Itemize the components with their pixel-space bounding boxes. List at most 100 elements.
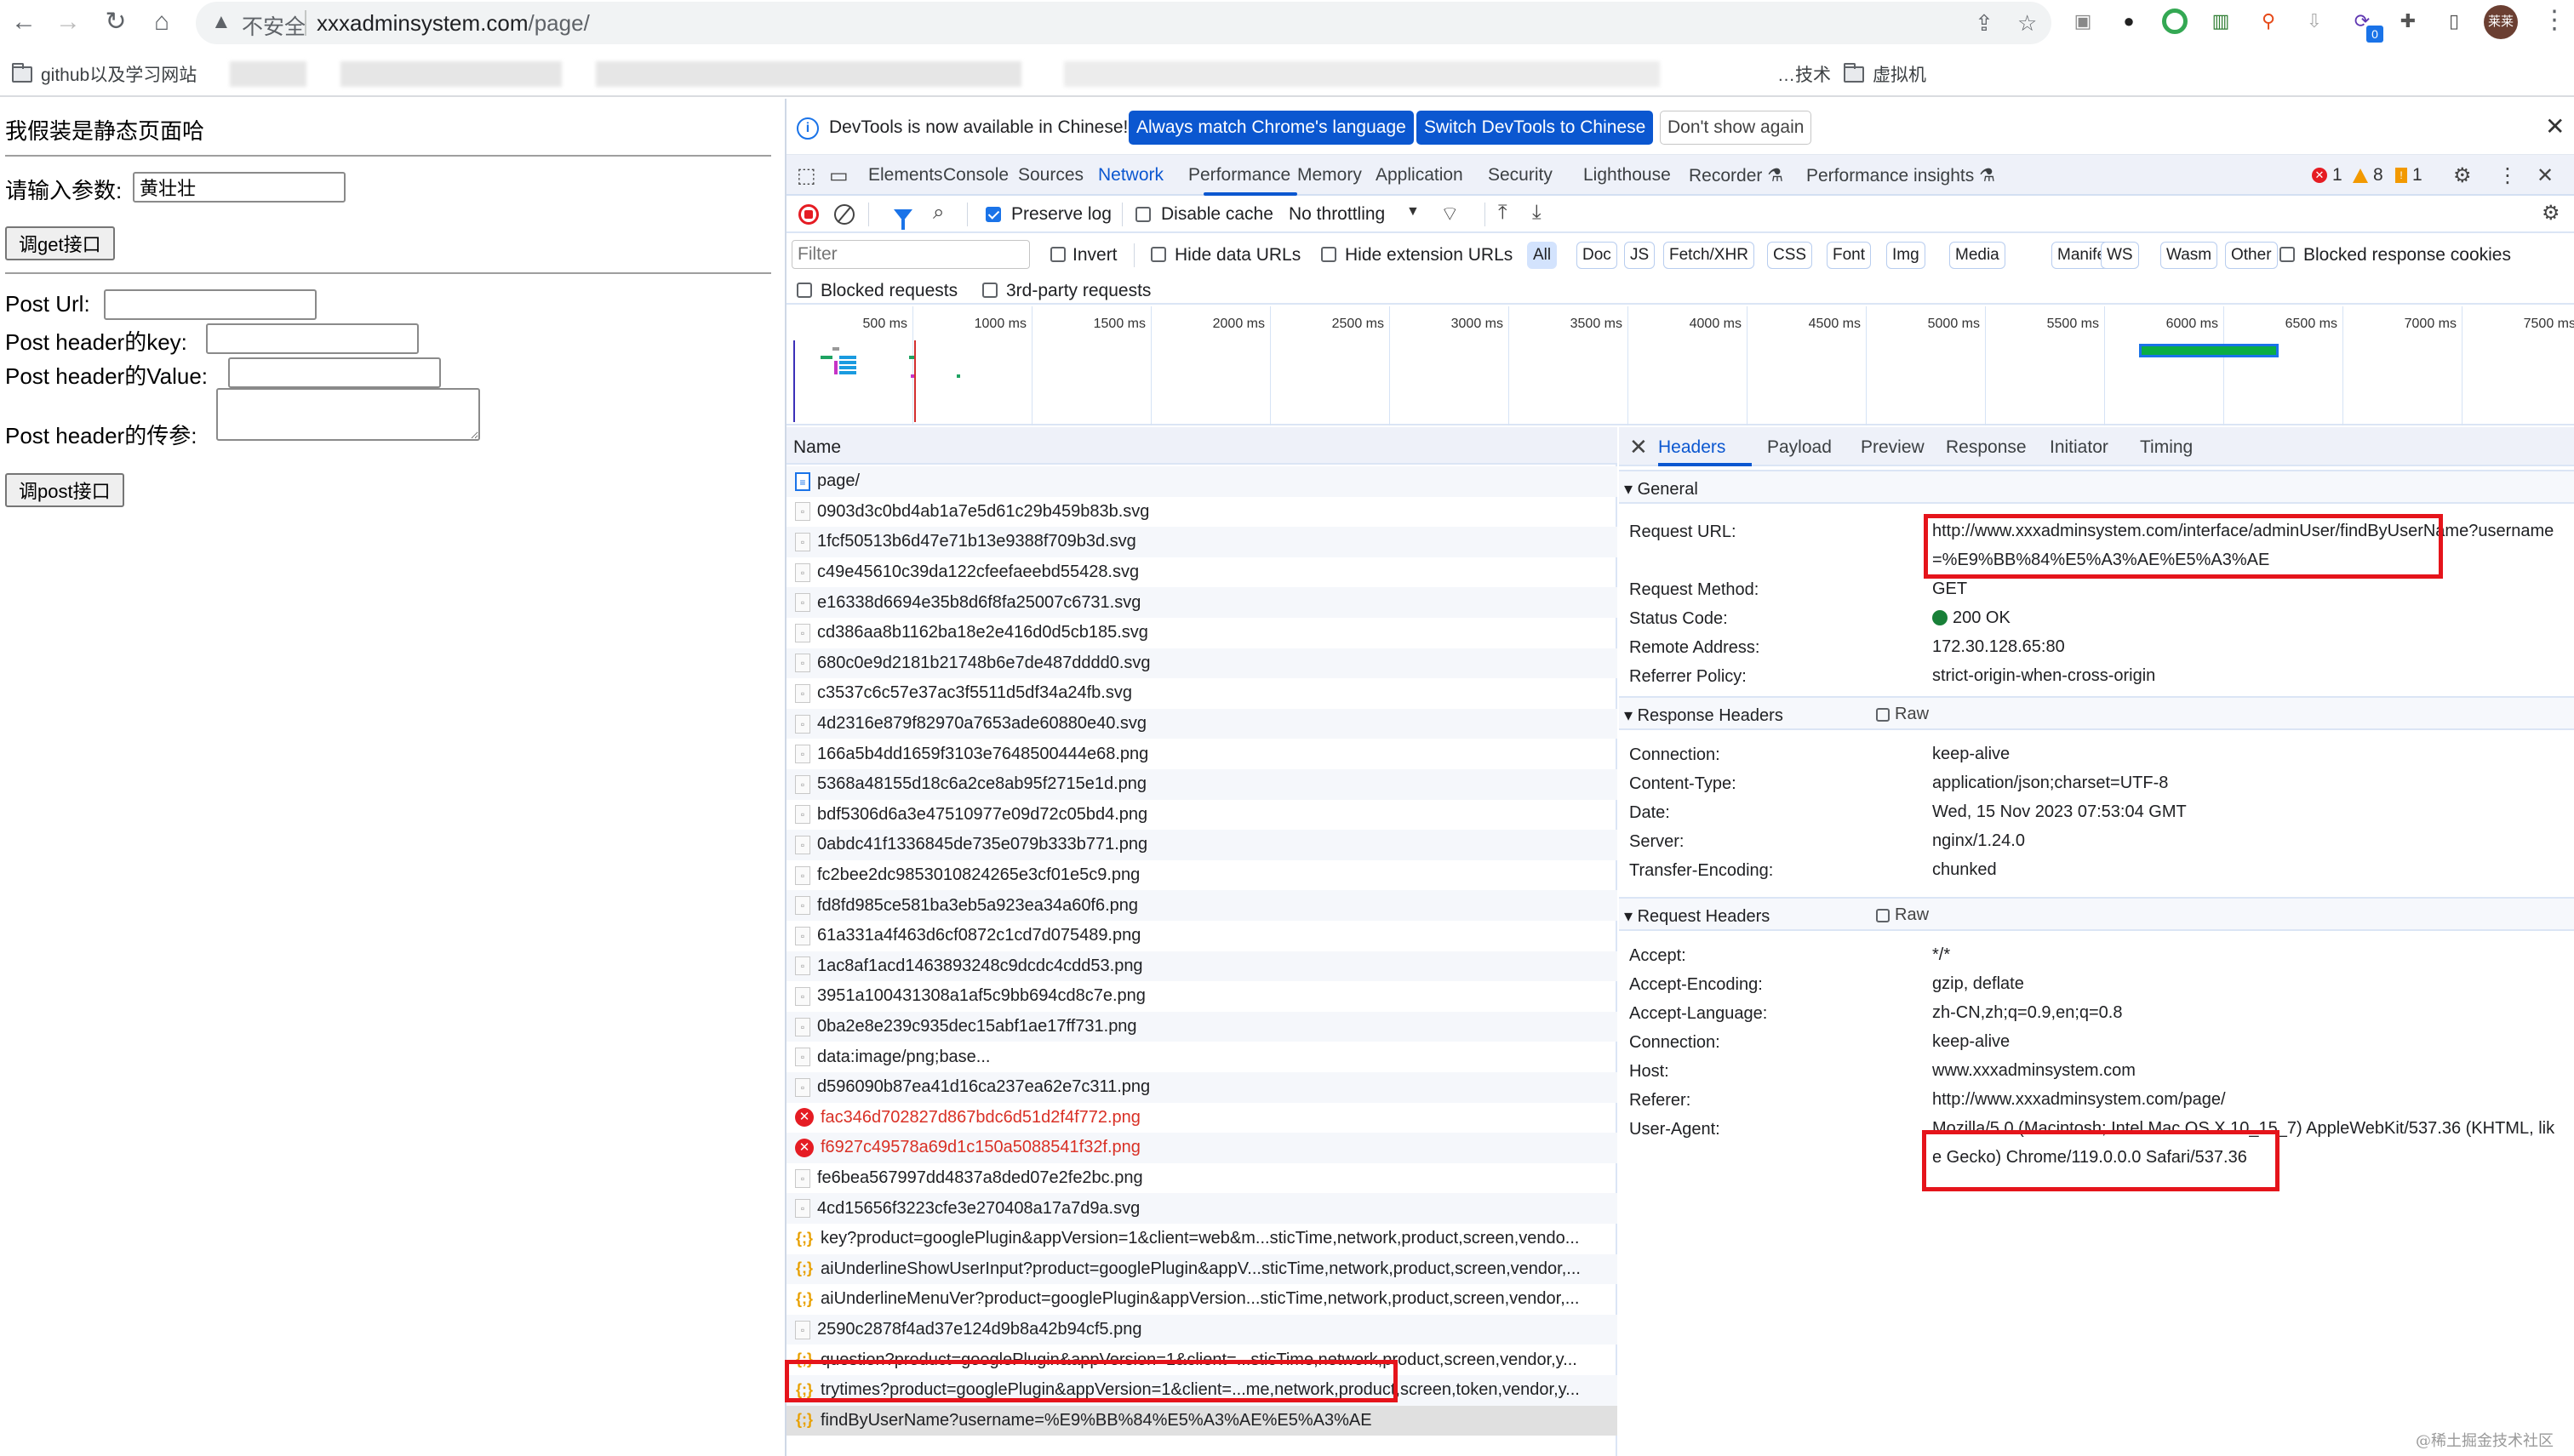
home-icon[interactable]: ⌂	[146, 7, 177, 37]
close-devtools-icon[interactable]: ✕	[2537, 163, 2554, 188]
call-post-button[interactable]: 调post接口	[5, 473, 124, 507]
post-params-textarea[interactable]	[216, 388, 480, 441]
header-value[interactable]: Mozilla/5.0 (Macintosh; Intel Mac OS X 1…	[1932, 1114, 2562, 1172]
tab-memory[interactable]: Memory	[1297, 165, 1362, 186]
security-label[interactable]: 不安全	[242, 10, 306, 41]
request-row[interactable]: ▫ fe6bea567997dd4837a8ded07e2fe2bc.png	[786, 1163, 1617, 1194]
filter-type-js[interactable]: JS	[1624, 242, 1656, 269]
detail-tab-timing[interactable]: Timing	[2140, 437, 2193, 458]
request-row[interactable]: ▫ 1fcf50513b6d47e71b13e9388f709b3d.svg	[786, 527, 1617, 557]
header-value[interactable]: Wed, 15 Nov 2023 07:53:04 GMT	[1932, 797, 2562, 826]
request-row[interactable]: ▫ 3951a100431308a1af5c9bb694cd8c7e.png	[786, 981, 1617, 1012]
detail-tab-payload[interactable]: Payload	[1767, 437, 1832, 458]
request-row[interactable]: ▫ c49e45610c39da122cfeefaeebd55428.svg	[786, 557, 1617, 588]
status-code-value[interactable]: 200 OK	[1932, 603, 2562, 632]
bookmark-folder[interactable]: 虚拟机	[1844, 61, 1926, 87]
blocked-response-cookies-checkbox[interactable]	[2279, 247, 2295, 262]
filter-type-img[interactable]: Img	[1886, 242, 1925, 269]
tab-lighthouse[interactable]: Lighthouse	[1583, 165, 1671, 186]
request-row[interactable]: {;} question?product=googlePlugin&appVers…	[786, 1345, 1617, 1375]
reload-icon[interactable]: ↻	[100, 7, 131, 37]
filter-type-font[interactable]: Font	[1827, 242, 1872, 269]
call-get-button[interactable]: 调get接口	[5, 226, 115, 260]
extensions-puzzle-icon[interactable]: ✚	[2394, 7, 2422, 36]
header-value[interactable]: gzip, deflate	[1932, 969, 2562, 998]
post-url-input[interactable]	[104, 289, 317, 320]
request-row[interactable]: ▫ data:image/png;base...	[786, 1042, 1617, 1072]
preserve-log-checkbox[interactable]	[986, 207, 1001, 222]
header-value[interactable]: GET	[1932, 574, 2562, 603]
url-text[interactable]: xxxadminsystem.com/page/	[317, 10, 590, 37]
header-value[interactable]: http://www.xxxadminsystem.com/interface/…	[1932, 517, 2562, 574]
filter-type-fetch-xhr[interactable]: Fetch/XHR	[1663, 242, 1754, 269]
extension-cubes-icon[interactable]: ▣	[2068, 7, 2097, 36]
bookmark-star-icon[interactable]: ☆	[2017, 10, 2037, 37]
profile-avatar[interactable]: 莱莱	[2484, 5, 2518, 39]
tab-application[interactable]: Application	[1376, 165, 1463, 186]
device-toolbar-icon[interactable]: ▭	[829, 163, 849, 188]
request-row[interactable]: ▫ fd8fd985ce581ba3eb5a923ea34a60f6.png	[786, 890, 1617, 921]
share-icon[interactable]: ⇪	[1975, 10, 1993, 37]
forward-arrow-icon[interactable]: →	[53, 7, 83, 37]
download-folder-extension-icon[interactable]: ⇩	[2300, 7, 2329, 36]
header-value[interactable]: http://www.xxxadminsystem.com/page/	[1932, 1085, 2562, 1114]
filter-type-all[interactable]: All	[1527, 242, 1558, 269]
third-party-requests-checkbox[interactable]	[982, 283, 998, 298]
back-arrow-icon[interactable]: ←	[9, 7, 39, 37]
side-panel-icon[interactable]: ▯	[2440, 7, 2468, 36]
record-stop-icon[interactable]	[798, 204, 819, 225]
close-details-icon[interactable]: ✕	[1629, 434, 1648, 460]
header-value[interactable]: application/json;charset=UTF-8	[1932, 768, 2562, 797]
hide-data-urls-checkbox[interactable]	[1151, 247, 1166, 262]
switch-to-chinese-button[interactable]: Switch DevTools to Chinese	[1416, 111, 1654, 145]
tab-performance[interactable]: Performance	[1188, 165, 1290, 186]
issue-count[interactable]: ! 1	[2395, 165, 2422, 186]
invert-checkbox[interactable]	[1050, 247, 1066, 262]
filter-type-other[interactable]: Other	[2225, 242, 2278, 269]
blocked-requests-checkbox[interactable]	[797, 283, 812, 298]
request-row[interactable]: ▫ 0903d3c0bd4ab1a7e5d61c29b459b83b.svg	[786, 497, 1617, 528]
request-row[interactable]: ✕ fac346d702827d867bdc6d51d2f4f772.png	[786, 1103, 1617, 1133]
post-header-value-input[interactable]	[228, 357, 441, 388]
network-settings-gear-icon[interactable]: ⚙	[2542, 201, 2560, 226]
response-headers-section-header[interactable]: ▾ Response Headers Raw	[1619, 696, 2574, 730]
tab-performance-insights[interactable]: Performance insights ⚗	[1806, 165, 1995, 186]
clear-icon[interactable]	[834, 204, 855, 225]
request-row[interactable]: ▫ c3537c6c57e37ac3f5511d5df34a24fb.svg	[786, 678, 1617, 709]
request-row[interactable]: {;} key?product=googlePlugin&appVersion=1…	[786, 1224, 1617, 1254]
filter-funnel-icon[interactable]	[894, 209, 912, 230]
request-row[interactable]: ▫ 5368a48155d18c6a2ce8ab95f2715e1d.png	[786, 769, 1617, 800]
bookmark-folder[interactable]: …技术	[1777, 61, 1831, 87]
network-overview-timeline[interactable]: 500 ms 1000 ms 1500 ms 2000 ms 2500 ms 3000 m…	[786, 306, 2574, 425]
general-section-header[interactable]: ▾ General	[1619, 470, 2574, 504]
request-row[interactable]: ▫ 2590c2878f4ad37e124d9b8a42b94cf5.png	[786, 1314, 1617, 1345]
request-row[interactable]: ▫ 4d2316e879f82970a7653ade60880e40.svg	[786, 708, 1617, 739]
bookmark-folder[interactable]: github以及学习网站	[12, 61, 197, 87]
header-value[interactable]: keep-alive	[1932, 739, 2562, 768]
filter-type-wasm[interactable]: Wasm	[2160, 242, 2218, 269]
detail-tab-headers[interactable]: Headers	[1658, 437, 1725, 458]
chrome-colors-extension-icon[interactable]	[2162, 9, 2188, 34]
request-row[interactable]: ▫ 0abdc41f1336845de735e079b333b771.png	[786, 830, 1617, 860]
request-row[interactable]: ▫ 4cd15656f3223cfe3e270408a17a7d9a.svg	[786, 1193, 1617, 1224]
request-row[interactable]: ▫ fc2bee2dc9853010824265e3cf01e5c9.png	[786, 860, 1617, 891]
header-value[interactable]: nginx/1.24.0	[1932, 826, 2562, 855]
tab-sources[interactable]: Sources	[1018, 165, 1084, 186]
disable-cache-checkbox[interactable]	[1135, 207, 1151, 222]
close-infobar-icon[interactable]: ✕	[2545, 112, 2565, 140]
filter-input[interactable]	[792, 240, 1030, 269]
request-row[interactable]: ▫ 680c0e9d2181b21748b6e7de487dddd0.svg	[786, 648, 1617, 679]
search-icon[interactable]: ⌕	[933, 201, 944, 225]
detail-tab-preview[interactable]: Preview	[1861, 437, 1925, 458]
tab-network[interactable]: Network	[1098, 165, 1164, 186]
request-row[interactable]: ▫ 0ba2e8e239c935dec15abf1ae17ff731.png	[786, 1011, 1617, 1042]
menu-kebab-icon[interactable]: ⋮	[2542, 5, 2567, 35]
chevron-down-icon[interactable]: ▼	[1406, 204, 1420, 220]
header-value[interactable]: www.xxxadminsystem.com	[1932, 1056, 2562, 1085]
network-conditions-icon[interactable]: ⌔	[1440, 201, 1460, 226]
import-har-icon[interactable]: ⤒	[1498, 201, 1507, 225]
request-row[interactable]: ▫ 166a5b4dd1659f3103e7648500444e68.png	[786, 739, 1617, 769]
address-bar[interactable]: ▲ 不安全 xxxadminsystem.com/page/ ⇪ ☆	[196, 2, 2051, 44]
filter-type-doc[interactable]: Doc	[1576, 242, 1617, 269]
sitemap-extension-icon[interactable]: ⚲	[2254, 7, 2283, 36]
